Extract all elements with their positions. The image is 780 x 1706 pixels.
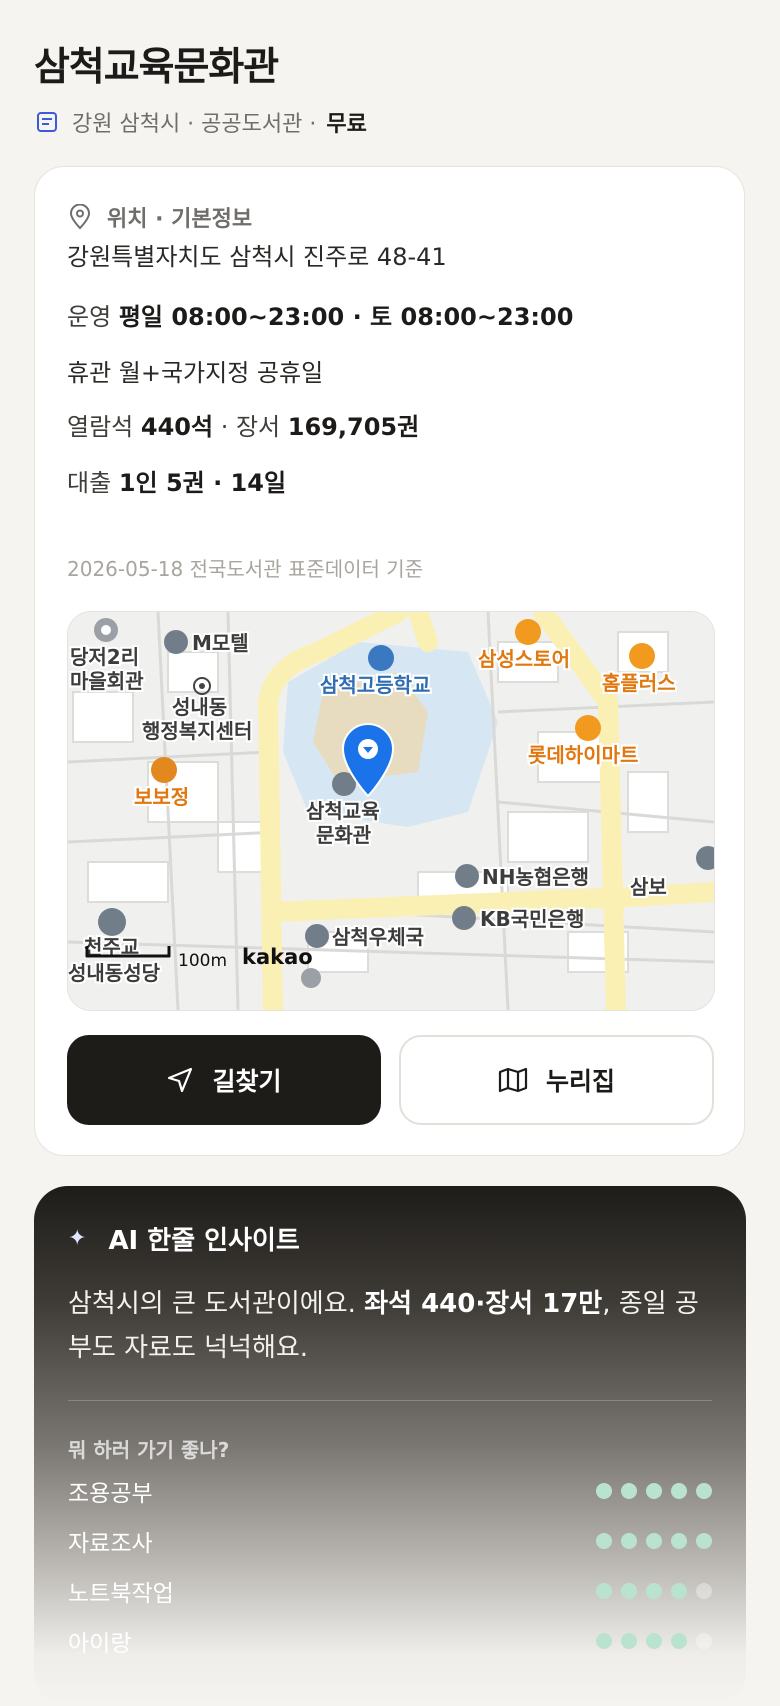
rating-dot-filled (621, 1633, 637, 1649)
closed-days: 휴관 월+국가지정 공휴일 (67, 359, 324, 387)
map-label: 행정복지센터 (142, 719, 252, 743)
rating-dot-filled (621, 1583, 637, 1599)
map-label: 삼척고등학교 (320, 673, 430, 697)
map-label: 홈플러스 (602, 671, 676, 695)
map-brand: kakao (242, 945, 313, 969)
ai-title: AI 한줄 인사이트 (108, 1226, 300, 1256)
map-label: 삼보 (630, 875, 667, 899)
location-pin-icon (69, 204, 91, 230)
rating-dot-filled (696, 1483, 712, 1499)
activity-name: 자료조사 (68, 1531, 153, 1557)
address: 강원특별자치도 삼척시 진주로 48-41 (67, 243, 447, 271)
ai-text-part: 삼척시의 큰 도서관이에요. (68, 1289, 365, 1319)
divider (68, 1400, 712, 1401)
ai-header: ✦ AI 한줄 인사이트 (68, 1220, 300, 1257)
seats-value: 440석 (140, 413, 214, 441)
map-label: KB국민은행 (480, 907, 584, 931)
rating-dot-filled (646, 1633, 662, 1649)
rating-dot-filled (671, 1483, 687, 1499)
rating-dot-empty (696, 1633, 712, 1649)
map-icon (498, 1067, 528, 1093)
rating-dot-filled (696, 1533, 712, 1549)
rating-dot-filled (621, 1533, 637, 1549)
map-label: 문화관 (316, 823, 372, 847)
hours-value: 평일 08:00~23:00 · 토 08:00~23:00 (118, 303, 574, 331)
map-label: 삼척교육 (306, 799, 380, 823)
section-header: 위치 · 기본정보 (69, 201, 252, 233)
library-meta: 강원 삼척시 · 공공도서관 · 무료 (36, 106, 367, 138)
homepage-label: 누리집 (545, 1067, 615, 1096)
map-label: NH농협은행 (482, 865, 589, 889)
map-label: 성내동 (172, 695, 227, 719)
loan-value: 1인 5권 · 14일 (118, 469, 287, 497)
map-label: 롯데하이마트 (528, 743, 638, 767)
rating-dot-filled (596, 1633, 612, 1649)
activity-row: 아이랑 (68, 1626, 712, 1657)
map-scale: 100m (178, 951, 227, 971)
rating-dots (596, 1583, 712, 1599)
rating-dot-filled (646, 1583, 662, 1599)
rating-dot-filled (621, 1483, 637, 1499)
loan-label: 대출 (67, 469, 112, 497)
map-label: 마을회관 (70, 669, 144, 693)
navigation-arrow-icon (168, 1067, 193, 1093)
section-title: 위치 · 기본정보 (107, 207, 253, 232)
homepage-button[interactable]: 누리집 (399, 1035, 714, 1125)
rating-dots (596, 1633, 712, 1649)
activity-name: 노트북작업 (68, 1581, 174, 1607)
books-value: 169,705권 (287, 413, 420, 441)
rating-dot-filled (671, 1583, 687, 1599)
sparkle-icon: ✦ (68, 1226, 87, 1251)
activity-name: 아이랑 (68, 1631, 132, 1657)
ai-text-highlight: 좌석 440·장서 17만 (364, 1289, 603, 1319)
map-label: 당저2리 (70, 645, 139, 669)
rating-dot-filled (596, 1583, 612, 1599)
activity-row: 노트북작업 (68, 1576, 712, 1607)
activity-row: 자료조사 (68, 1526, 712, 1557)
data-source: 2026-05-18 전국도서관 표준데이터 기준 (67, 557, 424, 581)
ai-insight-card: ✦ AI 한줄 인사이트 삼척시의 큰 도서관이에요. 좌석 440·장서 17… (34, 1186, 746, 1706)
books-label: · 장서 (220, 413, 281, 441)
rating-dot-filled (671, 1633, 687, 1649)
capacity-row: 열람석 440석 · 장서 169,705권 (67, 407, 419, 442)
map-label: M모텔 (192, 631, 249, 655)
info-card: 위치 · 기본정보 강원특별자치도 삼척시 진주로 48-41 운영 평일 08… (34, 166, 745, 1156)
rating-dot-filled (671, 1533, 687, 1549)
activity-row: 조용공부 (68, 1476, 712, 1507)
map-label: 성내동성당 (68, 961, 161, 985)
map-label: 보보정 (134, 785, 189, 809)
document-icon (37, 112, 57, 132)
activity-name: 조용공부 (68, 1481, 153, 1507)
page-title: 삼척교육문화관 (34, 45, 279, 90)
ai-summary: 삼척시의 큰 도서관이에요. 좌석 440·장서 17만, 종일 공부도 자료도… (68, 1282, 708, 1370)
fee-badge: 무료 (326, 112, 367, 137)
rating-dots (596, 1533, 712, 1549)
rating-dot-filled (596, 1533, 612, 1549)
rating-dot-filled (646, 1533, 662, 1549)
map-label: 삼성스토어 (478, 647, 570, 671)
activity-question: 뭐 하러 가기 좋나? (68, 1438, 230, 1462)
rating-dot-empty (696, 1583, 712, 1599)
seats-label: 열람석 (67, 413, 134, 441)
rating-dot-filled (596, 1483, 612, 1499)
hours-label: 운영 (67, 303, 112, 331)
loan-row: 대출 1인 5권 · 14일 (67, 463, 286, 498)
directions-label: 길찾기 (212, 1067, 282, 1096)
meta-text: 강원 삼척시 · 공공도서관 · (72, 112, 317, 137)
hours-row: 운영 평일 08:00~23:00 · 토 08:00~23:00 (67, 297, 573, 332)
location-map[interactable]: 당저2리 마을회관 M모텔 성내동 행정복지센터 삼척교육 문화관 NH농협은행… (67, 611, 715, 1011)
rating-dots (596, 1483, 712, 1499)
directions-button[interactable]: 길찾기 (67, 1035, 381, 1125)
rating-dot-filled (646, 1483, 662, 1499)
map-label: 삼척우체국 (332, 925, 424, 949)
